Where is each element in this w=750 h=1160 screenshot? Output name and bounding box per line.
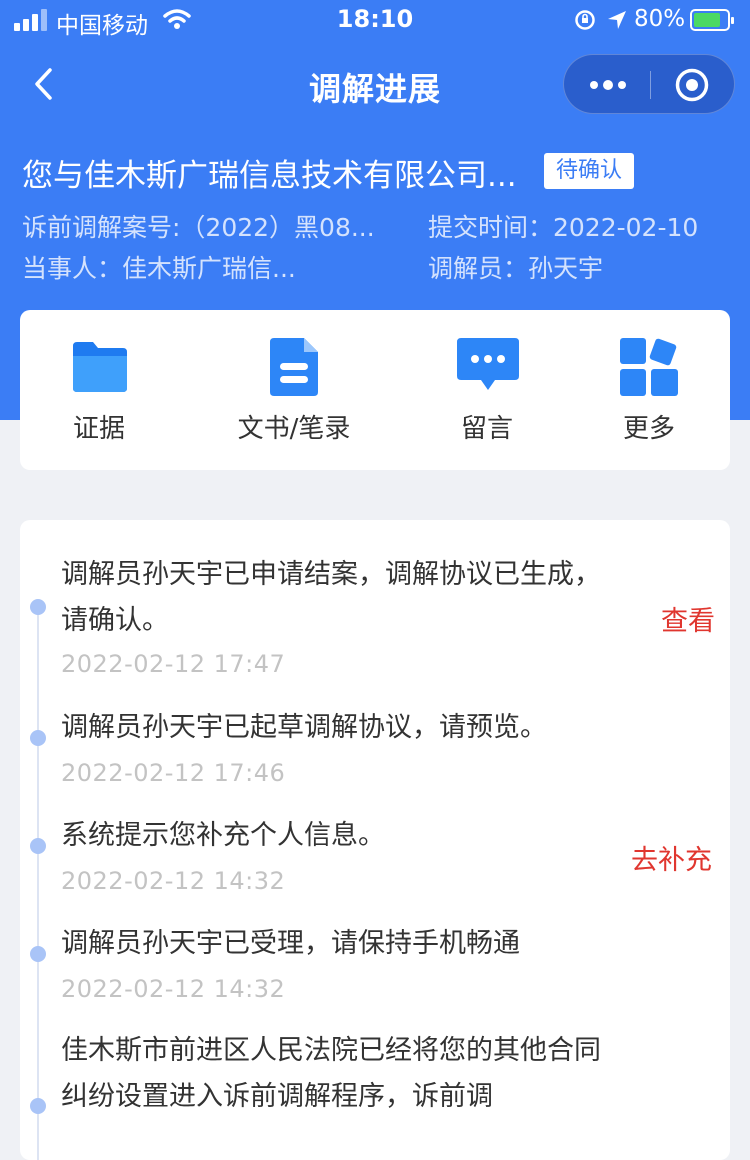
timeline-time: 2022-02-12 14:32 xyxy=(61,975,286,1003)
more-button[interactable]: 更多 xyxy=(570,310,728,470)
message-icon xyxy=(457,338,519,390)
timeline-text: 调解员孙天宇已受理，请保持手机畅通 xyxy=(61,928,520,959)
location-icon xyxy=(608,11,626,29)
quick-actions-card: 证据 文书/笔录 留言 更多 xyxy=(20,310,730,470)
timeline-dot xyxy=(30,599,46,615)
timeline-text: 调解员孙天宇已起草调解协议，请预览。 xyxy=(61,712,547,743)
supplement-link[interactable]: 去补充 xyxy=(631,838,712,877)
case-number: 诉前调解案号:（2022）黑08... xyxy=(22,213,375,242)
status-badge: 待确认 xyxy=(544,153,634,189)
documents-button[interactable]: 文书/笔录 xyxy=(215,310,373,470)
mediator-name: 调解员：孙天宇 xyxy=(428,254,604,283)
timeline-line xyxy=(37,607,39,1160)
timeline-time: 2022-02-12 17:47 xyxy=(61,650,286,678)
case-title: 您与佳木斯广瑞信息技术有限公司... xyxy=(22,158,517,194)
more-label: 更多 xyxy=(622,414,675,444)
evidence-label: 证据 xyxy=(72,414,125,444)
mini-program-capsule xyxy=(563,54,735,114)
grid-icon xyxy=(620,338,678,396)
navigation-bar: 调解进展 xyxy=(0,52,750,116)
timeline-text: 佳木斯市前进区人民法院已经将您的其他合同纠纷设置进入诉前调解程序，诉前调 xyxy=(61,1035,601,1112)
message-label: 留言 xyxy=(460,414,513,444)
timeline-text: 调解员孙天宇已申请结案，调解协议已生成，请确认。 xyxy=(61,559,601,636)
close-circle-icon[interactable] xyxy=(674,67,710,103)
timeline-text: 系统提示您补充个人信息。 xyxy=(61,820,385,851)
evidence-button[interactable]: 证据 xyxy=(20,310,178,470)
folder-icon xyxy=(73,342,127,392)
status-bar: 中国移动 18:10 80% xyxy=(0,0,750,40)
documents-label: 文书/笔录 xyxy=(237,414,351,444)
battery-icon xyxy=(690,9,734,31)
timeline-dot xyxy=(30,730,46,746)
submit-time: 提交时间：2022-02-10 xyxy=(428,213,699,242)
document-icon xyxy=(270,338,318,396)
timeline-time: 2022-02-12 17:46 xyxy=(61,759,286,787)
progress-timeline: 调解员孙天宇已申请结案，调解协议已生成，请确认。 2022-02-12 17:4… xyxy=(20,520,730,1160)
party-name: 当事人：佳木斯广瑞信... xyxy=(22,254,296,283)
rotation-lock-icon xyxy=(575,10,595,30)
message-button[interactable]: 留言 xyxy=(408,310,566,470)
more-dots-icon[interactable] xyxy=(588,55,628,115)
timeline-dot xyxy=(30,838,46,854)
battery-percent: 80% xyxy=(634,6,686,32)
timeline-dot xyxy=(30,946,46,962)
timeline-dot xyxy=(30,1098,46,1114)
view-link[interactable]: 查看 xyxy=(661,599,715,638)
timeline-time: 2022-02-12 14:32 xyxy=(61,867,286,895)
capsule-divider xyxy=(650,71,651,99)
